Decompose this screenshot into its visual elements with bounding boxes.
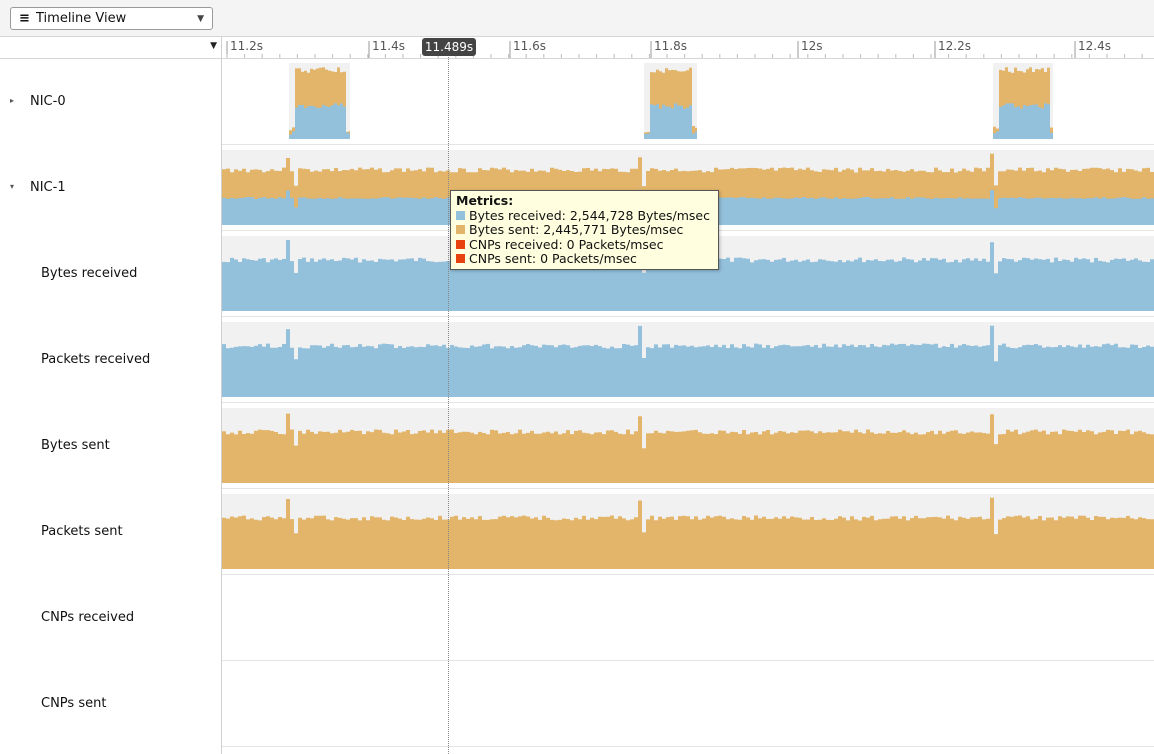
- time-ruler-ticks: 11.2s 11.4s 11.6s 11.8s 12s 12.2s 12.4s: [226, 39, 1143, 58]
- tooltip-row-text: Bytes sent: 2,445,771 Bytes/msec: [469, 222, 684, 238]
- ruler-tick-label: 11.2s: [230, 39, 263, 53]
- track-label-text: CNPs received: [41, 610, 135, 625]
- tooltip-row-bytes-sent: Bytes sent: 2,445,771 Bytes/msec: [456, 222, 713, 238]
- track-label-bytes-received[interactable]: Bytes received: [0, 265, 221, 285]
- time-ruler[interactable]: 11.2s 11.4s 11.6s 11.8s 12s 12.2s 12.4s: [222, 37, 1154, 59]
- track-label-packets-received[interactable]: Packets received: [0, 351, 221, 371]
- tooltip-row-text: CNPs received: 0 Packets/msec: [469, 236, 664, 252]
- nic-0-burst[interactable]: [993, 63, 1053, 139]
- track-labels: ▸ NIC-0 ▾ NIC-1 Bytes received Packets r…: [0, 59, 221, 754]
- tooltip-row-text: CNPs sent: 0 Packets/msec: [469, 251, 637, 267]
- track-label-nic-0[interactable]: ▸ NIC-0: [0, 93, 221, 113]
- track-label-cnps-received[interactable]: CNPs received: [0, 609, 221, 629]
- ruler-tick-label: 12.2s: [938, 39, 971, 53]
- view-select-label: Timeline View: [36, 11, 127, 26]
- chevron-down-icon: ▼: [197, 14, 204, 24]
- ruler-tick-label: 12s: [801, 39, 823, 53]
- menu-icon: ≡: [19, 11, 30, 26]
- color-swatch: [456, 225, 465, 235]
- track-label-text: Packets sent: [41, 524, 123, 539]
- track-label-text: NIC-1: [30, 180, 66, 195]
- expand-arrow-icon[interactable]: ▸: [10, 96, 14, 105]
- ruler-tick-label: 11.6s: [513, 39, 546, 53]
- color-swatch: [456, 254, 465, 264]
- track-label-text: Bytes sent: [41, 438, 110, 453]
- tooltip-title: Metrics:: [456, 193, 514, 208]
- tooltip-row-cnps-sent: CNPs sent: 0 Packets/msec: [456, 252, 713, 267]
- color-swatch: [456, 239, 465, 249]
- collapse-arrow-icon[interactable]: ▾: [10, 182, 14, 191]
- ruler-tick-label: 11.8s: [654, 39, 687, 53]
- time-cursor-badge: 11.489s: [422, 38, 476, 56]
- view-select-dropdown[interactable]: ≡ Timeline View ▼: [10, 7, 213, 30]
- track-label-packets-sent[interactable]: Packets sent: [0, 523, 221, 543]
- timeline-tracks[interactable]: [222, 59, 1154, 754]
- time-cursor-line: [448, 45, 449, 754]
- track-label-text: NIC-0: [30, 94, 66, 109]
- bytes-received-area: [644, 103, 697, 139]
- bytes-received-area: [289, 103, 350, 139]
- track-label-bytes-sent[interactable]: Bytes sent: [0, 437, 221, 457]
- track-label-cnps-sent[interactable]: CNPs sent: [0, 695, 221, 715]
- track-label-text: CNPs sent: [41, 696, 107, 711]
- toolbar: ≡ Timeline View ▼: [0, 0, 1154, 37]
- track-list-header: ▼: [0, 37, 221, 59]
- color-swatch: [456, 210, 465, 220]
- tooltip-row-bytes-received: Bytes received: 2,544,728 Bytes/msec: [456, 207, 713, 224]
- track-label-text: Bytes received: [41, 266, 138, 281]
- metrics-tooltip: Metrics: Bytes received: 2,544,728 Bytes…: [450, 190, 719, 270]
- track-label-nic-1[interactable]: ▾ NIC-1: [0, 179, 221, 199]
- collapse-all-icon[interactable]: ▼: [210, 41, 217, 51]
- ruler-tick-label: 12.4s: [1078, 39, 1111, 53]
- tooltip-row-text: Bytes received: 2,544,728 Bytes/msec: [469, 207, 710, 223]
- ruler-tick-label: 11.4s: [372, 39, 405, 53]
- track-label-text: Packets received: [41, 352, 151, 367]
- nic-0-burst[interactable]: [289, 63, 350, 139]
- bytes-received-area: [993, 103, 1053, 139]
- nic-0-burst[interactable]: [644, 63, 697, 139]
- tooltip-row-cnps-received: CNPs received: 0 Packets/msec: [456, 236, 713, 253]
